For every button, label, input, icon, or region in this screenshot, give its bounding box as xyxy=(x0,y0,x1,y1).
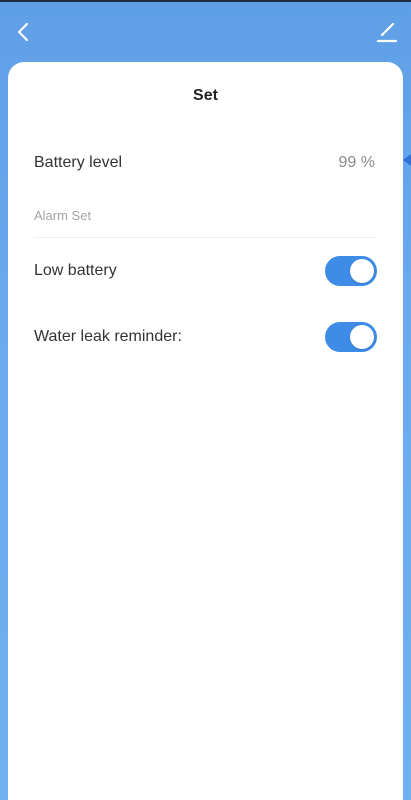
edit-button[interactable] xyxy=(373,18,401,46)
divider xyxy=(34,237,377,238)
edge-indicator-icon xyxy=(403,154,411,166)
alarm-section-header: Alarm Set xyxy=(34,208,92,223)
water-leak-label: Water leak reminder: xyxy=(34,328,182,345)
battery-level-label: Battery level xyxy=(34,154,123,171)
low-battery-toggle[interactable] xyxy=(325,256,377,286)
settings-card: Set Battery level 99 % Alarm Set Low bat… xyxy=(8,62,403,800)
battery-level-value: 99 % xyxy=(338,154,375,171)
low-battery-row: Low battery xyxy=(34,256,377,286)
top-bar xyxy=(0,2,411,62)
water-leak-toggle[interactable] xyxy=(325,322,377,352)
page-title: Set xyxy=(193,87,218,104)
back-button[interactable] xyxy=(10,18,38,46)
pencil-icon xyxy=(376,22,398,43)
toggle-knob xyxy=(350,259,374,283)
toggle-knob xyxy=(350,325,374,349)
chevron-left-icon xyxy=(17,22,29,42)
water-leak-row: Water leak reminder: xyxy=(34,322,377,352)
battery-level-row: Battery level 99 % xyxy=(34,148,377,178)
low-battery-label: Low battery xyxy=(34,262,117,279)
